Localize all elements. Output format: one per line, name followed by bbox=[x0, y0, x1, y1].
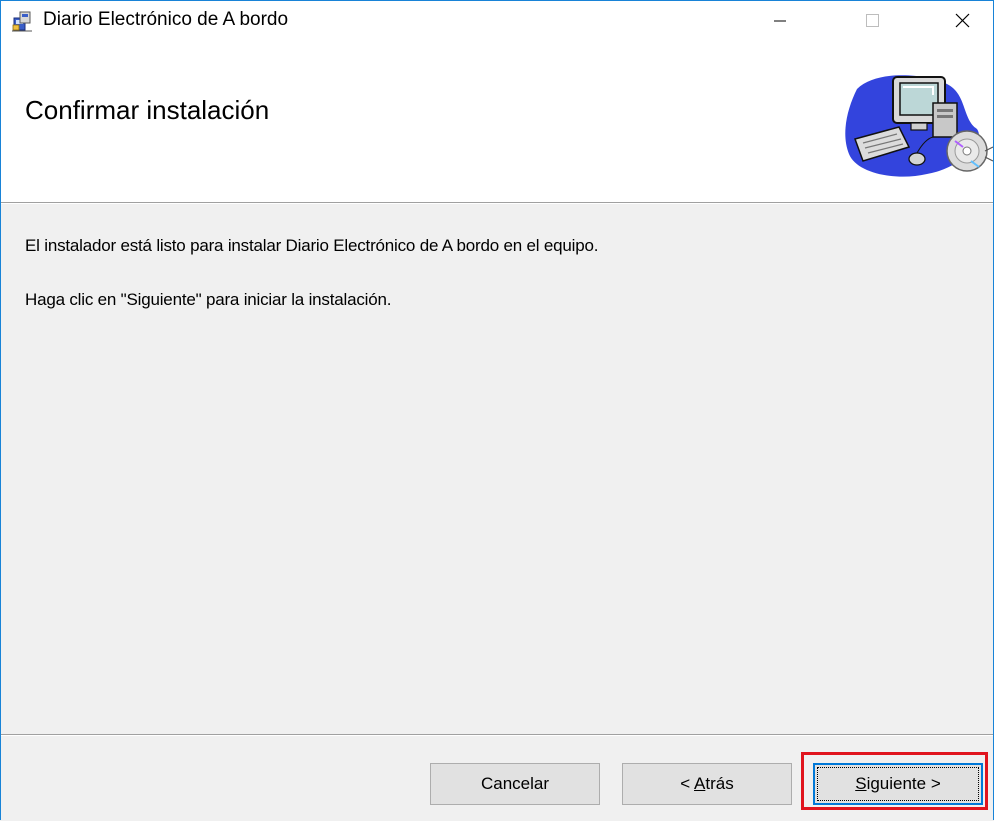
instruction-message: Haga clic en "Siguiente" para iniciar la… bbox=[25, 290, 392, 309]
close-icon[interactable] bbox=[939, 1, 985, 39]
next-button[interactable]: Siguiente > bbox=[813, 763, 983, 805]
back-button-label: trás bbox=[705, 774, 734, 793]
header-banner: Confirmar instalación bbox=[1, 39, 993, 202]
back-button-accelerator: A bbox=[694, 774, 706, 793]
banner-divider-highlight bbox=[1, 203, 993, 204]
title-bar[interactable]: Diario Electrónico de A bordo bbox=[1, 1, 993, 39]
window-title: Diario Electrónico de A bordo bbox=[43, 9, 289, 30]
installer-icon bbox=[12, 11, 32, 32]
cancel-button[interactable]: Cancelar bbox=[430, 763, 600, 805]
computer-cd-icon bbox=[845, 75, 993, 177]
back-button[interactable]: < Atrás bbox=[622, 763, 792, 805]
installer-window: Diario Electrónico de A bordo Confirmar … bbox=[0, 0, 994, 820]
footer-divider-highlight bbox=[1, 735, 993, 736]
back-button-prefix: < bbox=[680, 774, 695, 793]
next-button-label: iguiente > bbox=[866, 774, 941, 793]
next-button-accelerator: S bbox=[855, 774, 867, 793]
maximize-icon[interactable] bbox=[849, 1, 895, 39]
minimize-icon[interactable] bbox=[757, 1, 803, 39]
ready-message: El instalador está listo para instalar D… bbox=[25, 236, 599, 255]
page-title: Confirmar instalación bbox=[25, 95, 270, 125]
cancel-button-label: Cancelar bbox=[480, 774, 550, 793]
